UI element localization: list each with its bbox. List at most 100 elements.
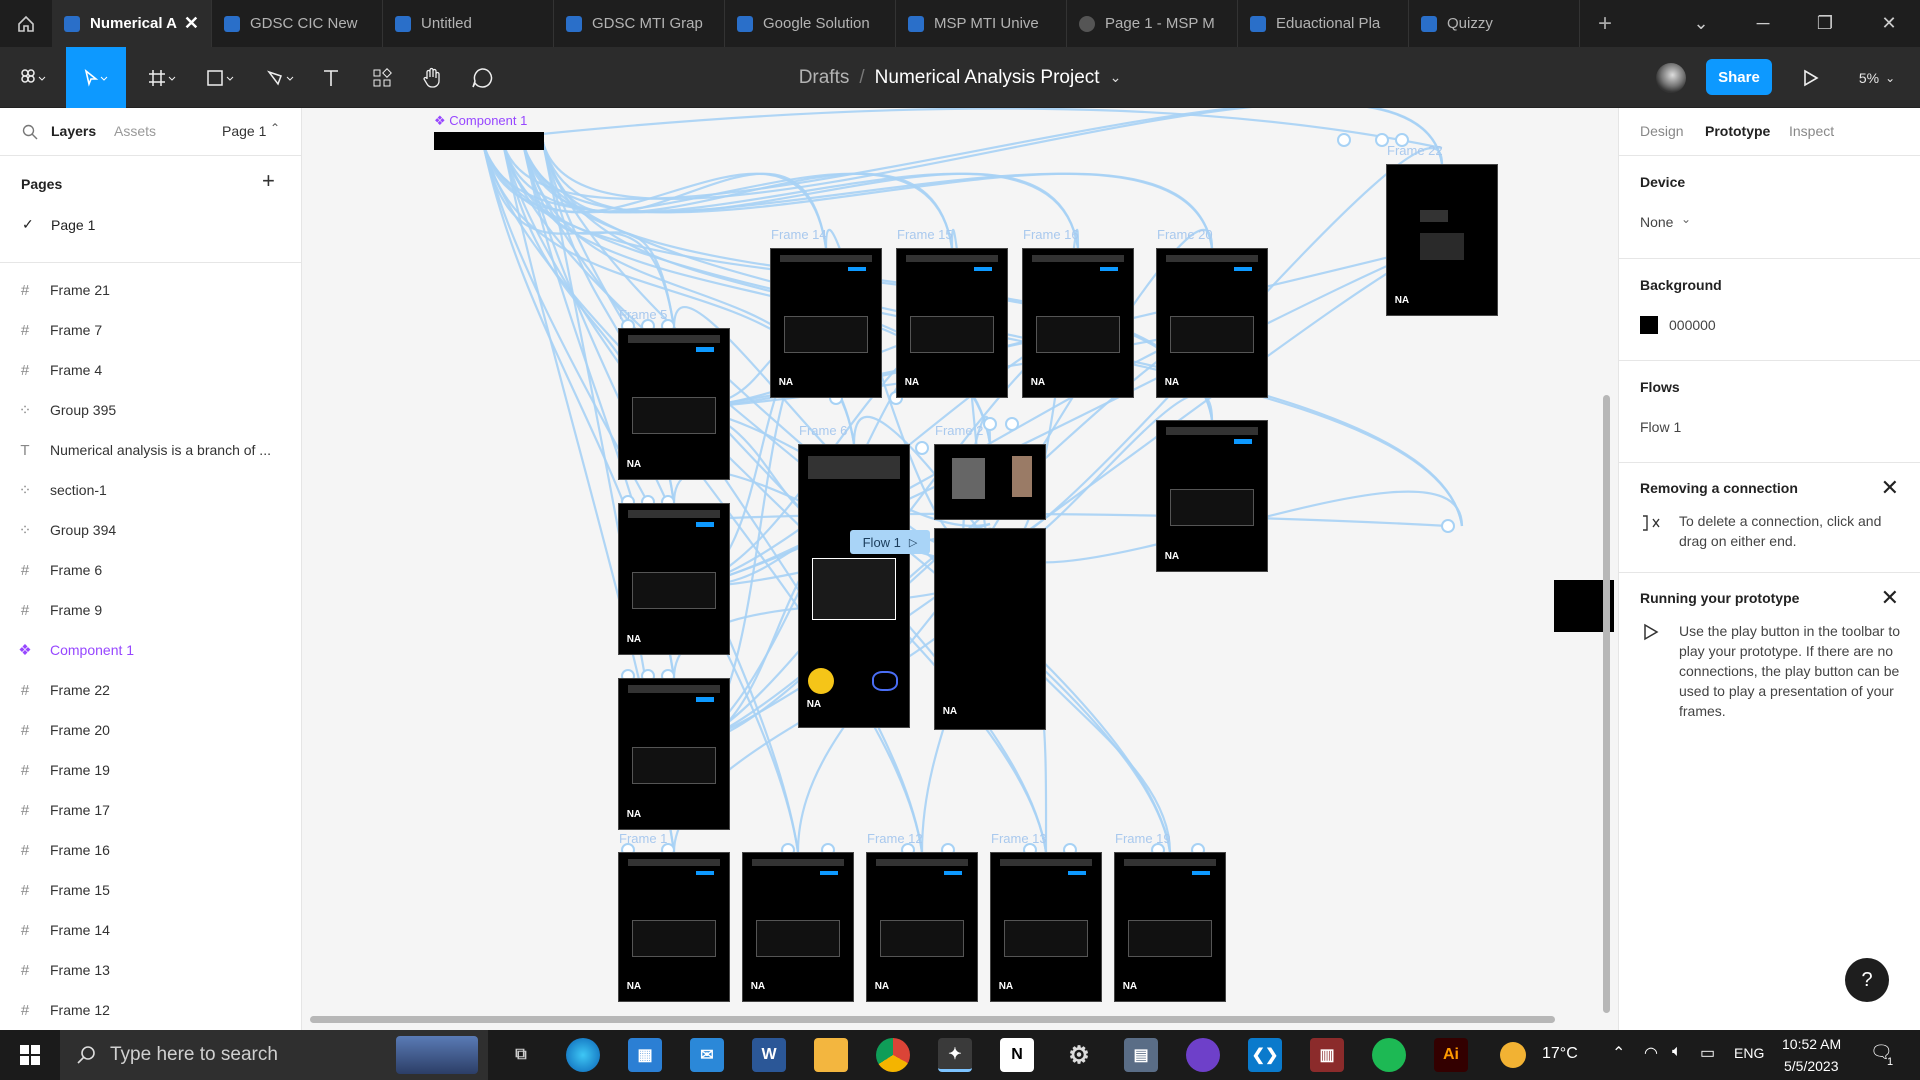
task-view-icon[interactable]: ⧉	[504, 1038, 538, 1072]
frame-5[interactable]: Frame 5 NA	[618, 307, 730, 480]
drafts-link[interactable]: Drafts	[799, 67, 850, 89]
frame-6[interactable]: Frame 6 NA	[798, 423, 910, 728]
tab-design[interactable]: Design	[1640, 123, 1684, 139]
resources-icon[interactable]	[366, 47, 398, 108]
chevron-up-icon[interactable]: ⌃	[270, 121, 280, 135]
store-icon[interactable]: ▦	[628, 1038, 662, 1072]
add-page-plus-icon[interactable]: +	[262, 168, 275, 194]
illustrator-icon[interactable]: Ai	[1434, 1038, 1468, 1072]
edge-icon[interactable]	[566, 1038, 600, 1072]
chevron-down-icon[interactable]: ⌄	[1681, 212, 1691, 226]
frame-b[interactable]: NA	[618, 678, 730, 830]
chevron-down-icon[interactable]: ⌄	[1110, 69, 1122, 86]
device-select[interactable]: None	[1640, 214, 1673, 230]
tab-gdsc-cic[interactable]: GDSC CIC New	[212, 0, 383, 47]
tab-gdsc-mti[interactable]: GDSC MTI Grap	[554, 0, 725, 47]
frame-2[interactable]: Frame 2	[934, 423, 1046, 520]
clock-date[interactable]: 5/5/2023	[1784, 1058, 1839, 1074]
connection-line[interactable]	[500, 108, 1444, 200]
canvas[interactable]: ❖ Component 1 Frame 22 NA Frame 14 NA Fra…	[302, 108, 1618, 1030]
frame-d[interactable]: NA	[1156, 420, 1268, 572]
layer-row[interactable]: # Frame 12	[0, 990, 301, 1030]
layer-row[interactable]: # Frame 9	[0, 590, 301, 630]
main-menu-icon[interactable]	[10, 47, 56, 108]
project-title[interactable]: Numerical Analysis Project	[875, 67, 1100, 89]
text-tool-icon[interactable]	[316, 47, 346, 108]
avatar[interactable]	[1656, 63, 1686, 93]
frame-16[interactable]: Frame 16 NA	[1022, 227, 1134, 398]
layer-row[interactable]: # Frame 7	[0, 310, 301, 350]
mail-icon[interactable]: ✉	[690, 1038, 724, 1072]
frame-c[interactable]: NA	[934, 528, 1046, 730]
close-icon[interactable]: ✕	[1881, 585, 1899, 611]
new-tab-plus-icon[interactable]: +	[1580, 10, 1630, 38]
tab-layers[interactable]: Layers	[51, 123, 96, 139]
layer-row[interactable]: # Frame 4	[0, 350, 301, 390]
settings-gear-icon[interactable]: ⚙	[1062, 1038, 1096, 1072]
word-icon[interactable]: W	[752, 1038, 786, 1072]
frame-19[interactable]: Frame 19 NA	[1114, 831, 1226, 1002]
file-explorer-icon[interactable]	[814, 1038, 848, 1072]
frame-tool-icon[interactable]	[140, 47, 186, 108]
clock-time[interactable]: 10:52 AM	[1782, 1036, 1841, 1052]
close-icon[interactable]: ✕	[1881, 475, 1899, 501]
move-tool-icon[interactable]	[66, 47, 126, 108]
frame-13[interactable]: Frame 13 NA	[990, 831, 1102, 1002]
tab-assets[interactable]: Assets	[114, 123, 156, 139]
vscode-icon[interactable]: ❮❯	[1248, 1038, 1282, 1072]
layer-row[interactable]: # Frame 6	[0, 550, 301, 590]
close-window-icon[interactable]: ✕	[1864, 0, 1914, 47]
winrar-icon[interactable]: ▥	[1310, 1038, 1344, 1072]
tab-numerical-analysis[interactable]: Numerical An ✕	[52, 0, 212, 47]
calculator-icon[interactable]: ▤	[1124, 1038, 1158, 1072]
layer-row[interactable]: ⁘ Group 395	[0, 390, 301, 430]
minimize-icon[interactable]: ─	[1738, 0, 1788, 47]
component-label[interactable]: ❖ Component 1	[434, 113, 527, 129]
layer-row[interactable]: # Frame 17	[0, 790, 301, 830]
background-color-swatch[interactable]	[1640, 316, 1658, 334]
spotify-icon[interactable]	[1372, 1038, 1406, 1072]
tab-page1-msp[interactable]: Page 1 - MSP M	[1067, 0, 1238, 47]
page-select[interactable]: Page 1	[222, 123, 266, 139]
layer-row[interactable]: # Frame 16	[0, 830, 301, 870]
help-button[interactable]: ?	[1845, 958, 1889, 1002]
connection-handle[interactable]	[983, 417, 997, 431]
network-icon[interactable]: ◠	[1644, 1043, 1658, 1063]
pen-tool-icon[interactable]	[258, 47, 304, 108]
tab-untitled[interactable]: Untitled	[383, 0, 554, 47]
frame-20[interactable]: Frame 20 NA	[1156, 227, 1268, 398]
layer-row[interactable]: ❖ Component 1	[0, 630, 301, 670]
volume-icon[interactable]: 🔈︎	[1672, 1043, 1682, 1061]
connection-handle[interactable]	[1337, 133, 1351, 147]
frame-12[interactable]: Frame 12 NA	[866, 831, 978, 1002]
layer-row[interactable]: ⁘ section-1	[0, 470, 301, 510]
chevron-up-icon[interactable]: ⌃	[1612, 1043, 1625, 1063]
close-icon[interactable]: ✕	[184, 13, 199, 34]
layer-row[interactable]: # Frame 22	[0, 670, 301, 710]
connection-line[interactable]	[541, 108, 1443, 150]
layer-row[interactable]: # Frame 19	[0, 750, 301, 790]
tab-prototype[interactable]: Prototype	[1705, 123, 1770, 139]
chevron-down-icon[interactable]: ⌄	[1676, 0, 1726, 47]
component-1[interactable]	[434, 132, 544, 150]
frame-e[interactable]: NA	[742, 852, 854, 1002]
language-indicator[interactable]: ENG	[1734, 1045, 1764, 1061]
vertical-scrollbar[interactable]	[1603, 395, 1610, 1013]
battery-icon[interactable]: ▭	[1700, 1043, 1715, 1063]
shape-tool-icon[interactable]	[198, 47, 244, 108]
github-icon[interactable]	[1186, 1038, 1220, 1072]
notion-icon[interactable]: N	[1000, 1038, 1034, 1072]
tab-google-solution[interactable]: Google Solution	[725, 0, 896, 47]
frame-15[interactable]: Frame 15 NA	[896, 227, 1008, 398]
restore-icon[interactable]: ❐	[1800, 0, 1850, 47]
taskbar-search[interactable]: Type here to search	[60, 1030, 488, 1080]
layer-row[interactable]: # Frame 20	[0, 710, 301, 750]
zoom-menu[interactable]: 5% ⌄	[1852, 47, 1902, 108]
layer-row[interactable]: ⁘ Group 394	[0, 510, 301, 550]
layer-row[interactable]: # Frame 21	[0, 270, 301, 310]
weather-icon[interactable]	[1500, 1042, 1526, 1068]
windows-start-icon[interactable]	[0, 1030, 60, 1080]
chrome-icon[interactable]	[876, 1038, 910, 1072]
figma-icon[interactable]: ✦	[938, 1038, 972, 1072]
connection-handle[interactable]	[1005, 417, 1019, 431]
